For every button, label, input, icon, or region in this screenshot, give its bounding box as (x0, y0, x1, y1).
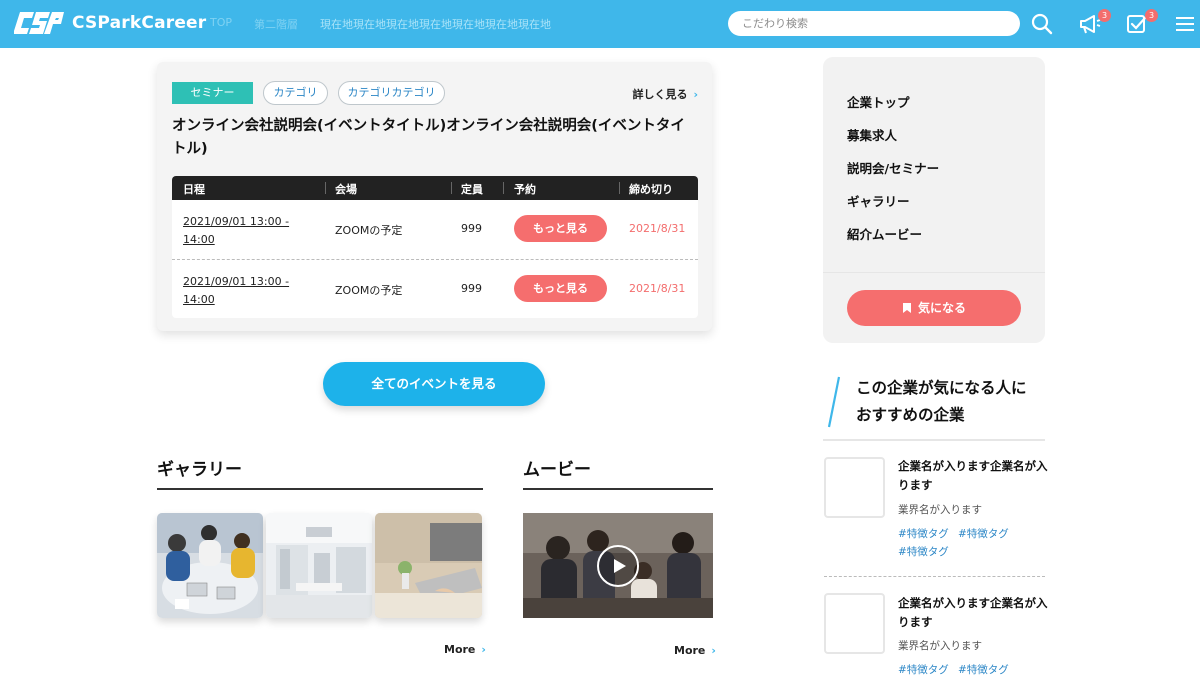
notification-button[interactable]: 3 (1078, 9, 1111, 36)
global-header: CSParkCareer TOP 第二階層 現在地現在地現在地現在地現在地現在地… (0, 0, 1200, 48)
event-date-link[interactable]: 2021/09/01 13:00 - 14:00 (183, 273, 289, 309)
recommend-title: この企業が気になる人に おすすめの企業 (856, 375, 1027, 429)
office-photo-icon (266, 513, 372, 618)
laptop-photo-icon (375, 513, 482, 618)
event-card: セミナー カテゴリ カテゴリカテゴリ 詳しく見る › オンライン会社説明会(イベン… (157, 62, 712, 331)
company-side-nav: 企業トップ 募集求人 説明会/セミナー ギャラリー 紹介ムービー 気になる (823, 57, 1045, 343)
event-capacity: 999 (461, 222, 482, 235)
gallery-heading: ギャラリー (157, 460, 242, 480)
chevron-right-icon: › (481, 643, 486, 656)
event-detail-label: 詳しく見る (632, 88, 688, 101)
column-header-deadline: 締め切り (629, 183, 673, 196)
favorite-button[interactable]: 気になる (847, 290, 1021, 326)
feature-tag[interactable]: #特徴タグ (898, 662, 949, 675)
csp-logo-icon (14, 12, 64, 34)
title-accent-slash-icon (827, 376, 841, 428)
breadcrumb-current: 現在地現在地現在地現在地現在地現在地現在地 (320, 18, 552, 31)
feature-tag[interactable]: #特徴タグ (898, 544, 949, 559)
meeting-photo-icon (157, 513, 263, 618)
category-tag[interactable]: カテゴリ (263, 81, 328, 105)
task-button[interactable]: 3 (1125, 9, 1158, 36)
movie-divider (523, 488, 713, 490)
column-header-reserve: 予約 (514, 183, 536, 196)
side-nav-item-movie[interactable]: 紹介ムービー (847, 224, 922, 243)
event-deadline: 2021/8/31 (629, 222, 686, 235)
company-logo[interactable] (824, 593, 885, 654)
favorite-label: 気になる (917, 301, 966, 315)
company-industry: 業界名が入ります (898, 640, 982, 652)
gallery-more-link[interactable]: More › (444, 643, 486, 656)
notification-badge: 3 (1098, 9, 1111, 22)
feature-tag[interactable]: #特徴タグ (898, 526, 949, 541)
side-nav-item-seminar[interactable]: 説明会/セミナー (847, 158, 939, 177)
table-row: 2021/09/01 13:00 - 14:00 ZOOMの予定 999 もっと… (172, 200, 698, 259)
list-divider (824, 576, 1045, 577)
reserve-button[interactable]: もっと見る (514, 215, 607, 242)
column-header-date: 日程 (183, 183, 205, 196)
feature-tag[interactable]: #特徴タグ (958, 662, 1009, 675)
gallery-thumbnail[interactable] (157, 513, 263, 618)
side-nav-divider (823, 272, 1045, 273)
breadcrumb-second[interactable]: 第二階層 (254, 16, 298, 32)
side-nav-item-gallery[interactable]: ギャラリー (847, 191, 910, 210)
search-icon[interactable] (1030, 12, 1054, 36)
column-divider (451, 182, 452, 194)
column-divider (325, 182, 326, 194)
column-header-capacity: 定員 (461, 183, 483, 196)
recommend-title-line1: この企業が気になる人に (856, 379, 1027, 397)
bookmark-icon (902, 303, 911, 313)
reserve-button[interactable]: もっと見る (514, 275, 607, 302)
event-type-tag: セミナー (172, 82, 253, 104)
feature-tag[interactable]: #特徴タグ (958, 526, 1009, 541)
event-date-end: 14:00 (183, 293, 215, 306)
event-venue: ZOOMの予定 (335, 224, 403, 237)
gallery-thumbnail[interactable] (266, 513, 372, 618)
event-schedule-table: 日程 会場 定員 予約 締め切り 2021/09/01 13:00 - 14:0… (172, 176, 698, 318)
side-nav-item-top[interactable]: 企業トップ (847, 92, 910, 111)
table-header: 日程 会場 定員 予約 締め切り (172, 176, 698, 200)
event-deadline: 2021/8/31 (629, 282, 686, 295)
event-date-end: 14:00 (183, 233, 215, 246)
company-name[interactable]: 企業名が入ります企業名が入ります (898, 457, 1050, 495)
site-logo[interactable]: CSParkCareer (14, 8, 206, 38)
column-header-venue: 会場 (335, 183, 357, 196)
play-icon[interactable] (596, 544, 640, 588)
event-title: オンライン会社説明会(イベントタイトル)オンライン会社説明会(イベントタイトル) (172, 118, 685, 157)
event-capacity: 999 (461, 282, 482, 295)
breadcrumb: TOP 第二階層 現在地現在地現在地現在地現在地現在地現在地 (210, 16, 551, 32)
table-row: 2021/09/01 13:00 - 14:00 ZOOMの予定 999 もっと… (172, 259, 698, 318)
category-tag[interactable]: カテゴリカテゴリ (338, 81, 445, 105)
movie-more-label: More (674, 644, 706, 657)
task-badge: 3 (1145, 9, 1158, 22)
movie-more-link[interactable]: More › (674, 644, 716, 657)
company-logo[interactable] (824, 457, 885, 518)
company-name[interactable]: 企業名が入ります企業名が入ります (898, 594, 1050, 632)
event-date-start: 2021/09/01 13:00 - (183, 215, 290, 228)
gallery-more-label: More (444, 643, 476, 656)
company-industry: 業界名が入ります (898, 504, 982, 516)
chevron-right-icon: › (711, 644, 716, 657)
gallery-divider (157, 488, 483, 490)
event-detail-link[interactable]: 詳しく見る › (632, 86, 698, 102)
movie-thumbnail[interactable] (523, 513, 713, 618)
event-venue: ZOOMの予定 (335, 284, 403, 297)
movie-heading: ムービー (523, 460, 591, 480)
column-divider (503, 182, 504, 194)
side-nav-item-jobs[interactable]: 募集求人 (847, 125, 897, 144)
chevron-right-icon: › (693, 88, 698, 101)
event-date-link[interactable]: 2021/09/01 13:00 - 14:00 (183, 213, 289, 249)
gallery-thumbnail[interactable] (375, 513, 482, 618)
recommend-title-line2: おすすめの企業 (856, 406, 965, 424)
column-divider (619, 182, 620, 194)
event-date-start: 2021/09/01 13:00 - (183, 275, 290, 288)
site-name: CSParkCareer (72, 13, 207, 33)
all-events-button[interactable]: 全てのイベントを見る (323, 362, 545, 406)
recommend-divider (823, 439, 1045, 441)
search-input[interactable] (728, 11, 1020, 36)
breadcrumb-top[interactable]: TOP (210, 16, 232, 32)
hamburger-menu-icon[interactable] (1173, 12, 1197, 36)
